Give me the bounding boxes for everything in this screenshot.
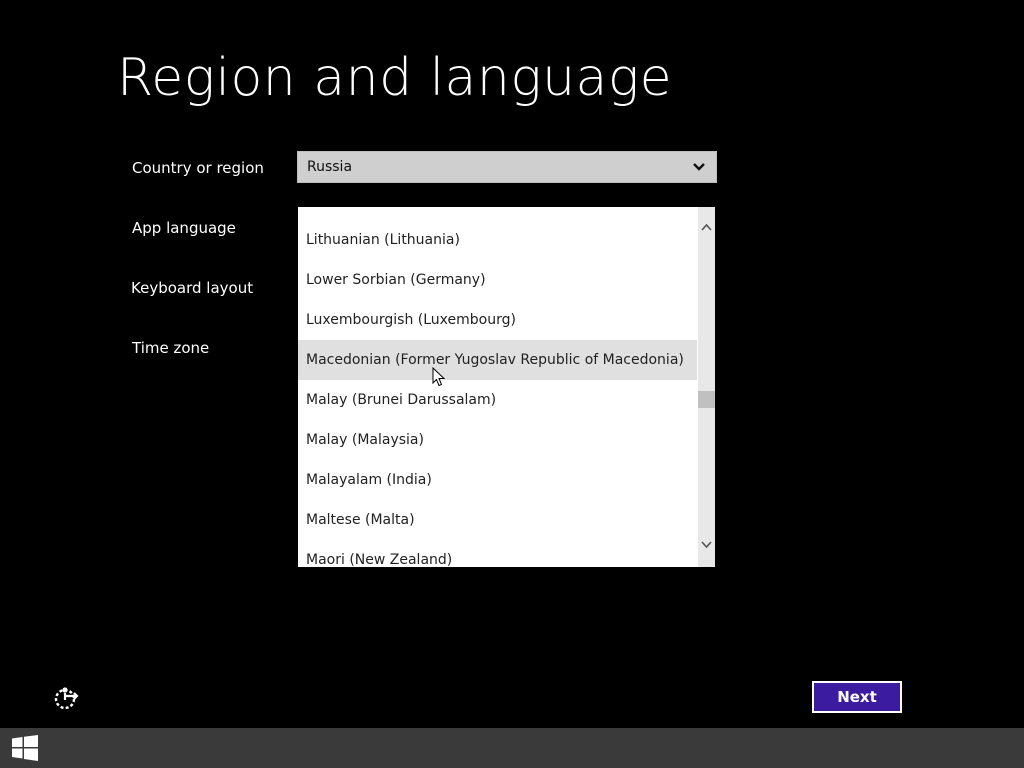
- keyboard-layout-label: Keyboard layout: [131, 279, 254, 297]
- windows-logo-icon[interactable]: [11, 735, 39, 761]
- list-item[interactable]: Malay (Brunei Darussalam): [298, 380, 697, 420]
- country-label: Country or region: [132, 159, 264, 177]
- country-select[interactable]: Russia: [297, 151, 717, 183]
- chevron-down-icon[interactable]: [699, 537, 714, 552]
- list-item-hovered[interactable]: Macedonian (Former Yugoslav Republic of …: [298, 340, 697, 380]
- language-dropdown-list[interactable]: Lithuanian (Lithuania) Lower Sorbian (Ge…: [298, 207, 715, 567]
- taskbar: [0, 728, 1024, 768]
- list-item[interactable]: Maltese (Malta): [298, 500, 697, 540]
- scrollbar-thumb[interactable]: [698, 391, 715, 408]
- country-select-value: Russia: [307, 159, 353, 175]
- list-item-partial[interactable]: [298, 207, 697, 220]
- app-language-label: App language: [132, 219, 236, 237]
- list-item[interactable]: Lower Sorbian (Germany): [298, 260, 697, 300]
- list-item[interactable]: Malayalam (India): [298, 460, 697, 500]
- mouse-pointer-icon: [432, 367, 445, 387]
- list-item[interactable]: Maori (New Zealand): [298, 540, 697, 567]
- time-zone-label: Time zone: [132, 339, 210, 357]
- next-button[interactable]: Next: [812, 681, 902, 713]
- page-title: Region and language: [117, 48, 673, 108]
- ease-of-access-icon[interactable]: [53, 684, 81, 712]
- scrollbar[interactable]: [698, 207, 715, 567]
- list-item[interactable]: Malay (Malaysia): [298, 420, 697, 460]
- list-item[interactable]: Luxembourgish (Luxembourg): [298, 300, 697, 340]
- list-item[interactable]: Lithuanian (Lithuania): [298, 220, 697, 260]
- chevron-down-icon: [693, 163, 705, 171]
- chevron-up-icon[interactable]: [699, 220, 714, 235]
